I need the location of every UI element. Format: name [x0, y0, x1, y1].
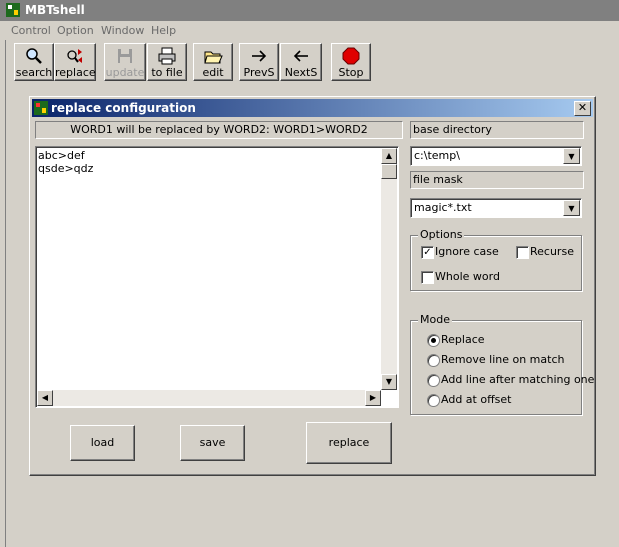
- file-mask-combo[interactable]: magic*.txt ▼: [410, 198, 582, 218]
- floppy-icon: [118, 49, 132, 63]
- ignore-case-label: Ignore case: [435, 245, 499, 258]
- replace-configuration-dialog: replace configuration ✕ WORD1 will be re…: [29, 96, 596, 476]
- load-button[interactable]: load: [70, 425, 135, 461]
- nexts-button[interactable]: NextS: [280, 43, 322, 81]
- dialog-title-bar[interactable]: replace configuration ✕: [32, 99, 593, 117]
- replace-icon: [67, 49, 82, 63]
- recurse-label: Recurse: [530, 245, 574, 258]
- menu-option[interactable]: Option: [57, 24, 94, 37]
- app-icon: [6, 3, 20, 17]
- open-folder-icon: [204, 51, 223, 64]
- ignore-case-checkbox[interactable]: ✓: [421, 246, 434, 259]
- search-button[interactable]: search: [14, 43, 54, 81]
- prevs-button[interactable]: PrevS: [239, 43, 279, 81]
- scroll-up-icon[interactable]: ▲: [381, 148, 397, 164]
- rule-line: qsde>qdz: [38, 162, 94, 175]
- save-button[interactable]: save: [180, 425, 245, 461]
- replacement-rules-textarea[interactable]: abc>def qsde>qdz ▲ ▼ ◀ ▶: [35, 146, 399, 408]
- base-directory-value: c:\temp\: [414, 149, 460, 162]
- menu-control[interactable]: Control: [11, 24, 51, 37]
- mode-legend: Mode: [418, 313, 452, 326]
- nexts-label: NextS: [284, 66, 318, 79]
- to-file-button[interactable]: to file: [147, 43, 187, 81]
- mode-add-offset-label: Add at offset: [441, 393, 512, 406]
- replace-button[interactable]: replace: [54, 43, 96, 81]
- file-mask-label: file mask: [410, 171, 584, 189]
- replace-button[interactable]: replace: [306, 422, 392, 464]
- mode-add-offset-radio[interactable]: [427, 394, 440, 407]
- scroll-left-icon[interactable]: ◀: [37, 390, 53, 406]
- dialog-title: replace configuration: [51, 101, 196, 115]
- app-title: MBTshell: [25, 3, 85, 17]
- menu-window[interactable]: Window: [101, 24, 144, 37]
- menu-help[interactable]: Help: [151, 24, 176, 37]
- scroll-right-icon[interactable]: ▶: [365, 390, 381, 406]
- scroll-thumb[interactable]: [381, 164, 397, 179]
- app-title-bar[interactable]: MBTshell: [0, 0, 619, 21]
- vertical-scrollbar[interactable]: ▲ ▼: [381, 148, 397, 390]
- options-group: Options ✓ Ignore case Recurse Whole word: [410, 228, 582, 291]
- menu-bar: Control Option Window Help: [0, 22, 619, 40]
- options-legend: Options: [418, 228, 465, 241]
- chevron-down-icon[interactable]: ▼: [563, 148, 580, 164]
- printer-icon: [158, 47, 176, 65]
- magnifier-icon: [26, 48, 42, 64]
- horizontal-scrollbar[interactable]: ◀ ▶: [37, 390, 381, 406]
- chevron-down-icon[interactable]: ▼: [563, 200, 580, 216]
- file-mask-value: magic*.txt: [414, 201, 472, 214]
- mode-add-line-label: Add line after matching one: [441, 373, 595, 386]
- rules-lines: abc>def qsde>qdz: [38, 149, 93, 175]
- mode-remove-line-radio[interactable]: [427, 354, 440, 367]
- update-button[interactable]: update: [104, 43, 146, 81]
- scroll-down-icon[interactable]: ▼: [381, 374, 397, 390]
- mode-add-line-radio[interactable]: [427, 374, 440, 387]
- to-file-label: to file: [151, 66, 183, 79]
- mode-remove-line-label: Remove line on match: [441, 353, 565, 366]
- stop-icon: [342, 47, 360, 65]
- left-panel-strip: [0, 40, 6, 547]
- mode-replace-label: Replace: [441, 333, 485, 346]
- search-label: search: [15, 66, 53, 79]
- arrow-left-icon: [293, 50, 308, 62]
- stop-button[interactable]: Stop: [331, 43, 371, 81]
- mode-group: Mode Replace Remove line on match Add li…: [410, 313, 594, 415]
- close-icon[interactable]: ✕: [574, 101, 591, 116]
- arrow-right-icon: [252, 50, 267, 62]
- toolbar: search replace update to file edit PrevS…: [11, 43, 611, 81]
- whole-word-checkbox[interactable]: [421, 271, 434, 284]
- rule-line: abc>def: [38, 149, 85, 162]
- replace-label: replace: [55, 66, 96, 79]
- whole-word-label: Whole word: [435, 270, 500, 283]
- dialog-app-icon: [34, 101, 48, 115]
- app-window: MBTshell Control Option Window Help sear…: [0, 0, 619, 547]
- edit-button[interactable]: edit: [193, 43, 233, 81]
- format-hint: WORD1 will be replaced by WORD2: WORD1>W…: [35, 121, 403, 139]
- recurse-checkbox[interactable]: [516, 246, 529, 259]
- base-directory-combo[interactable]: c:\temp\ ▼: [410, 146, 582, 166]
- edit-label: edit: [202, 66, 224, 79]
- mode-replace-radio[interactable]: [427, 334, 440, 347]
- stop-label: Stop: [338, 66, 364, 79]
- base-directory-label: base directory: [410, 121, 584, 139]
- prevs-label: PrevS: [243, 66, 275, 79]
- update-label: update: [105, 66, 145, 79]
